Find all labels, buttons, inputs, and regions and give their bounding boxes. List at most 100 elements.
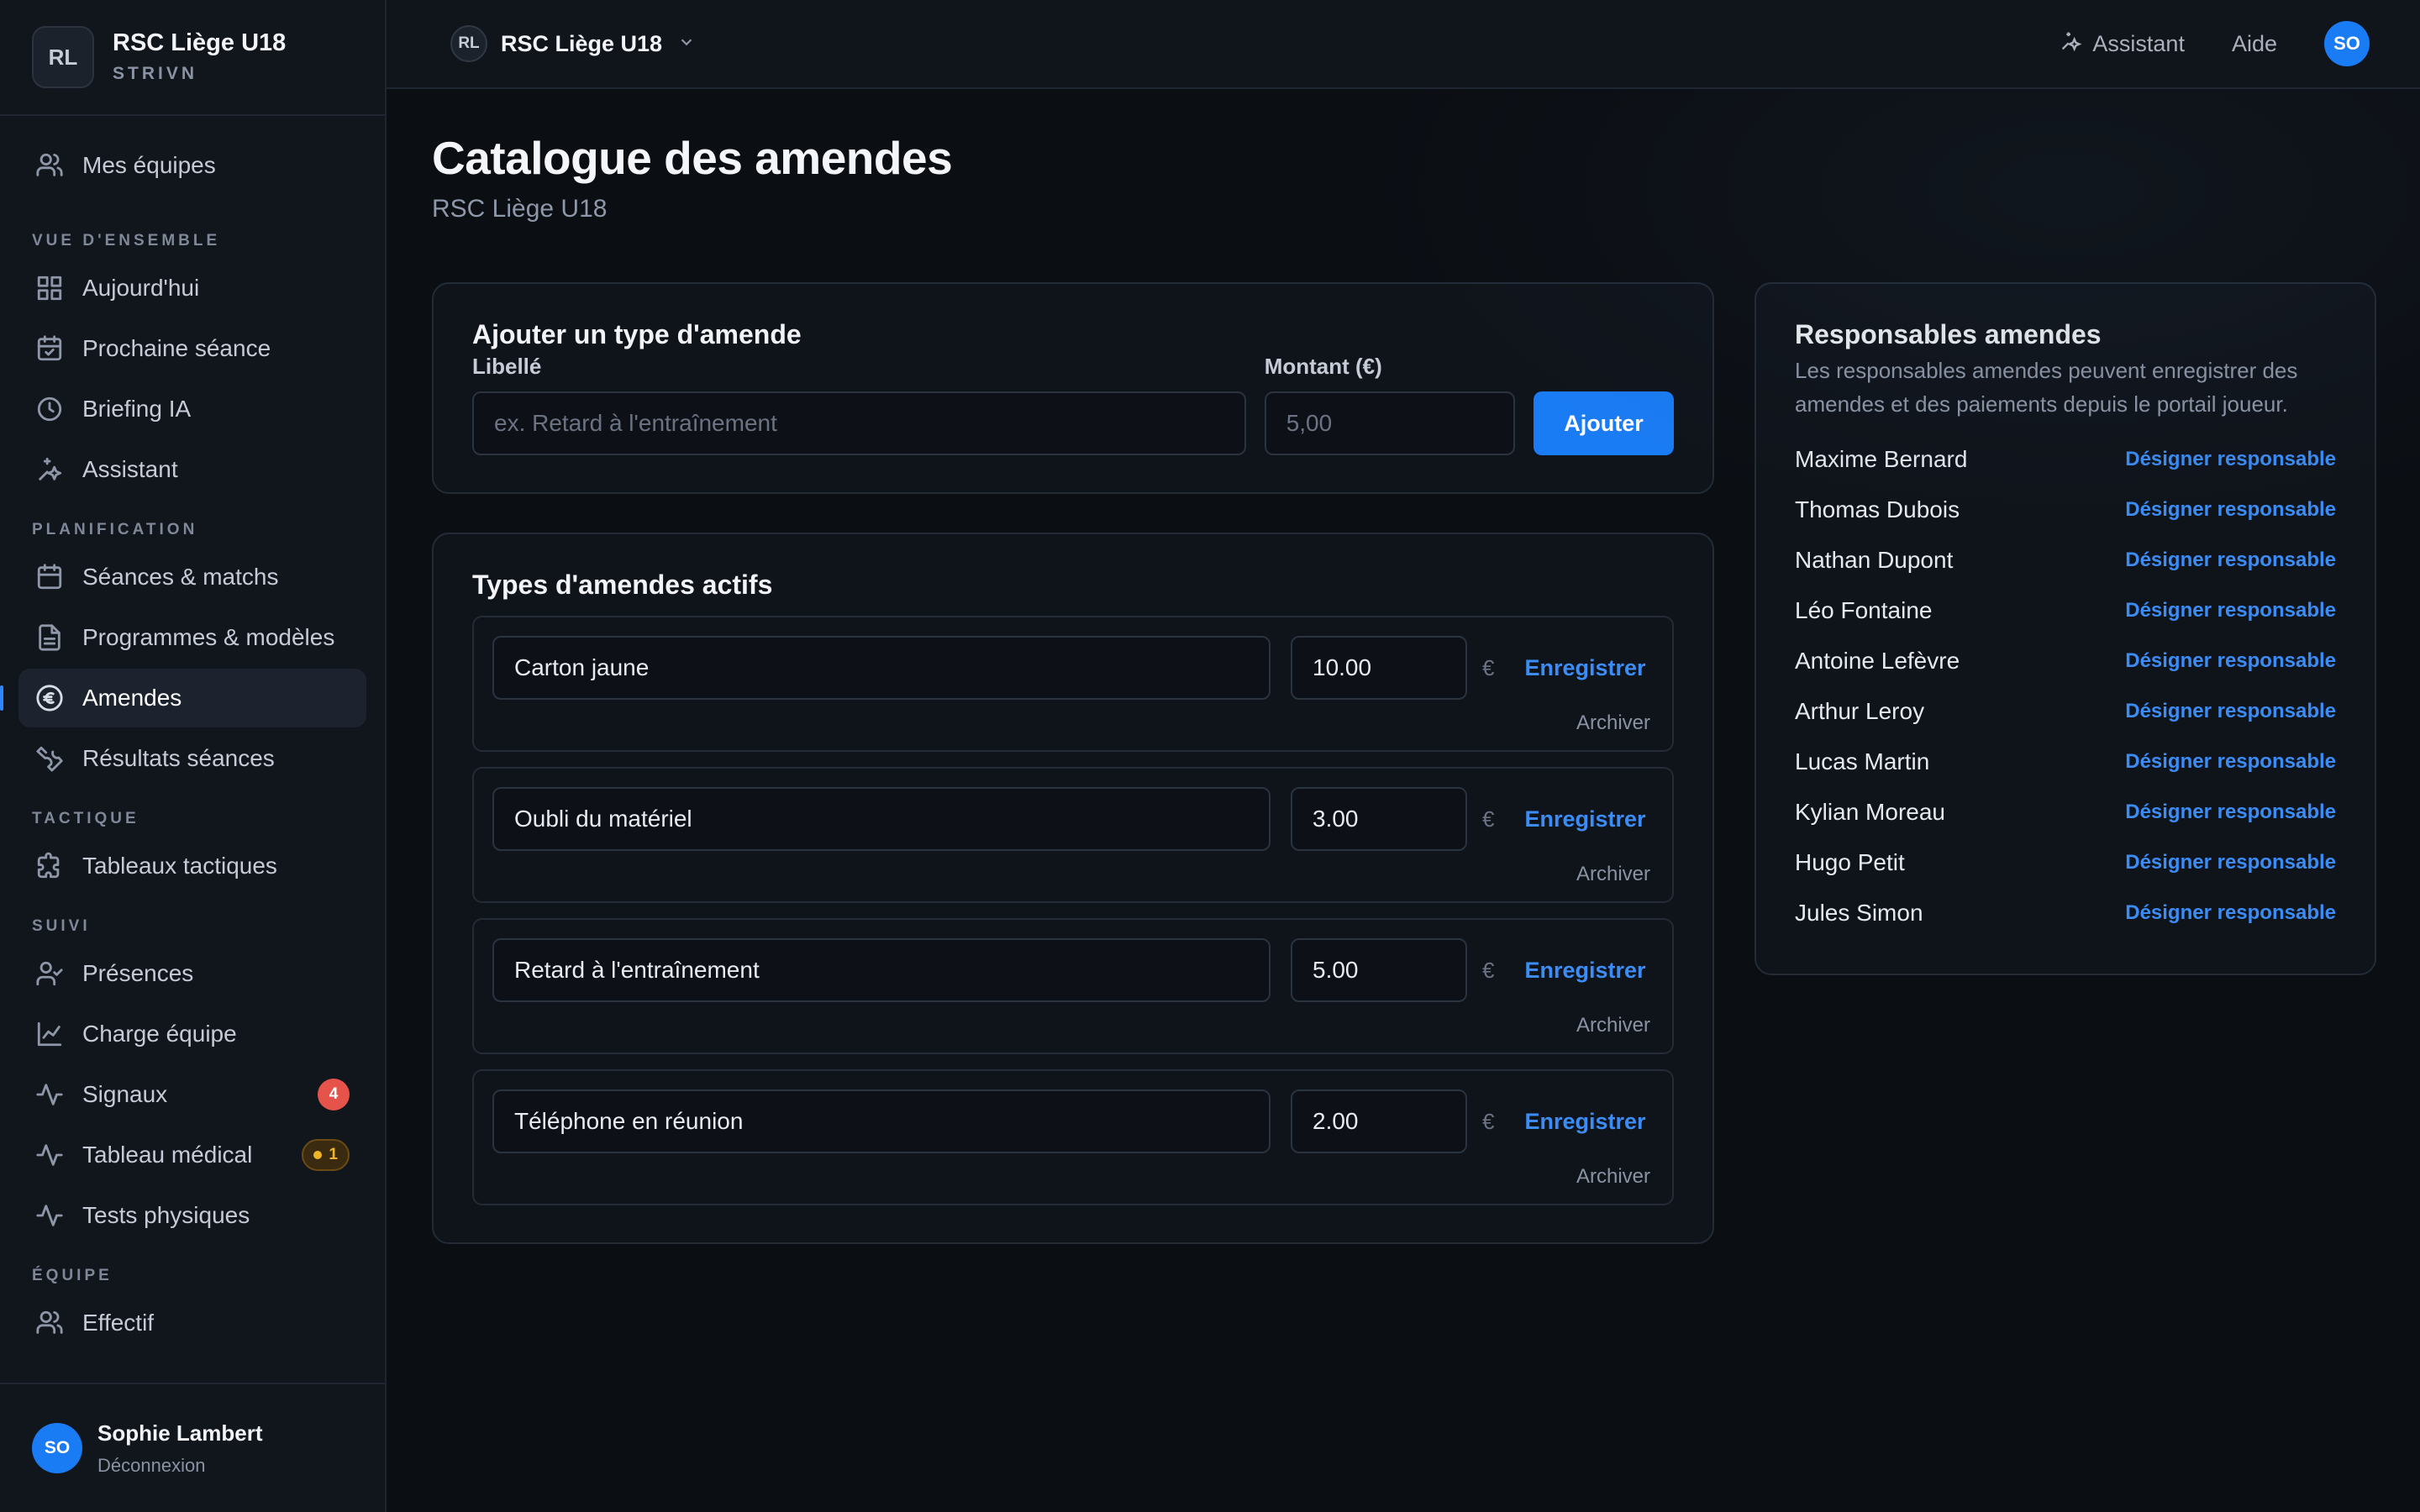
designate-responsable-button[interactable]: Désigner responsable (2125, 599, 2336, 622)
sidebar-item-r-sultats-s-ances[interactable]: Résultats séances (18, 729, 366, 788)
sidebar-item-assistant[interactable]: Assistant (18, 440, 366, 499)
sidebar-item-tests-physiques[interactable]: Tests physiques (18, 1186, 366, 1245)
fine-name-input[interactable]: Carton jaune (492, 636, 1270, 700)
fine-amount-input[interactable]: 2.00 (1291, 1089, 1467, 1153)
users-icon (35, 151, 64, 180)
player-row: Maxime Bernard Désigner responsable (1795, 434, 2336, 485)
sidebar-item-effectif[interactable]: Effectif (18, 1294, 366, 1352)
player-row: Antoine Lefèvre Désigner responsable (1795, 636, 2336, 686)
fine-amount-input[interactable]: 5.00 (1291, 938, 1467, 1002)
player-row: Léo Fontaine Désigner responsable (1795, 585, 2336, 636)
document-icon (35, 623, 64, 652)
responsables-title: Responsables amendes (1795, 319, 2102, 349)
archive-button[interactable]: Archiver (492, 863, 1650, 886)
designate-responsable-button[interactable]: Désigner responsable (2125, 700, 2336, 723)
avatar[interactable]: SO (32, 1423, 82, 1473)
avatar[interactable]: SO (2324, 21, 2370, 66)
fine-amount-input[interactable]: 3.00 (1291, 787, 1467, 851)
sidebar-item-briefing-ia[interactable]: Briefing IA (18, 380, 366, 438)
puzzle-icon (35, 852, 64, 880)
sidebar: RL RSC Liège U18 STRIVN Mes équipes VUE D… (0, 0, 387, 1512)
calendar-check-icon (35, 334, 64, 363)
player-name: Maxime Bernard (1795, 446, 1968, 472)
fine-name-input[interactable]: Oubli du matériel (492, 787, 1270, 851)
brand-header[interactable]: RL RSC Liège U18 STRIVN (0, 0, 385, 116)
sidebar-item-charge-quipe[interactable]: Charge équipe (18, 1005, 366, 1063)
clock-icon (35, 395, 64, 423)
chevron-down-icon[interactable] (677, 33, 696, 55)
sidebar-item-programmes-mod-les[interactable]: Programmes & modèles (18, 608, 366, 667)
fines-list: Carton jaune 10.00 € Enregistrer Archiver Oub… (472, 616, 1674, 1205)
sidebar-item-label: Séances & matchs (82, 564, 279, 590)
page-subtitle: RSC Liège U18 (432, 195, 608, 223)
active-fines-title: Types d'amendes actifs (472, 570, 773, 600)
fine-label-input[interactable]: ex. Retard à l'entraînement (472, 391, 1246, 455)
sidebar-item-amendes[interactable]: Amendes (0, 669, 366, 727)
archive-button[interactable]: Archiver (492, 711, 1650, 735)
sidebar-item-pr-sences[interactable]: Présences (18, 944, 366, 1003)
sidebar-item-tableau-m-dical[interactable]: Tableau médical 1 (18, 1126, 366, 1184)
sidebar-item-mes-quipes[interactable]: Mes équipes (18, 136, 366, 195)
sidebar-item-label: Signaux (82, 1081, 168, 1107)
user-name: Sophie Lambert (97, 1420, 263, 1446)
designate-responsable-button[interactable]: Désigner responsable (2125, 901, 2336, 925)
calendar-icon (35, 563, 64, 591)
designate-responsable-button[interactable]: Désigner responsable (2125, 801, 2336, 824)
user-footer: SO Sophie Lambert Déconnexion (0, 1383, 385, 1512)
designate-responsable-button[interactable]: Désigner responsable (2125, 851, 2336, 874)
player-row: Arthur Leroy Désigner responsable (1795, 686, 2336, 737)
archive-button[interactable]: Archiver (492, 1014, 1650, 1037)
add-fine-button[interactable]: Ajouter (1533, 391, 1674, 455)
save-button[interactable]: Enregistrer (1524, 806, 1645, 832)
currency-symbol: € (1482, 654, 1495, 680)
archive-button[interactable]: Archiver (492, 1165, 1650, 1189)
sidebar-item-label: Prochaine séance (82, 335, 271, 361)
sidebar-item-label: Briefing IA (82, 396, 192, 422)
help-link[interactable]: Aide (2232, 31, 2277, 57)
assistant-button[interactable]: Assistant (2059, 29, 2185, 59)
player-name: Antoine Lefèvre (1795, 648, 1960, 674)
designate-responsable-button[interactable]: Désigner responsable (2125, 549, 2336, 572)
designate-responsable-button[interactable]: Désigner responsable (2125, 649, 2336, 673)
sidebar-nav: Mes équipes VUE D'ENSEMBLE Aujourd'hui Proc… (0, 116, 385, 1383)
fine-amount-input[interactable]: 5,00 (1264, 391, 1515, 455)
logout-link[interactable]: Déconnexion (97, 1455, 262, 1477)
designate-responsable-button[interactable]: Désigner responsable (2125, 448, 2336, 471)
player-name: Nathan Dupont (1795, 547, 1954, 573)
sidebar-section-label: TACTIQUE (32, 810, 139, 827)
euro-icon (35, 684, 64, 712)
users-icon (35, 1309, 64, 1337)
wrench-icon (35, 744, 64, 773)
sidebar-item-prochaine-s-ance[interactable]: Prochaine séance (18, 319, 366, 378)
active-fines-card: Types d'amendes actifs Carton jaune 10.00… (432, 533, 1714, 1244)
sidebar-item-signaux[interactable]: Signaux 4 (18, 1065, 366, 1124)
sidebar-item-tableaux-tactiques[interactable]: Tableaux tactiques (18, 837, 366, 895)
label-field-label: Libellé (472, 354, 542, 379)
status-dot (313, 1151, 323, 1159)
team-switcher[interactable]: RSC Liège U18 (501, 31, 662, 57)
save-button[interactable]: Enregistrer (1524, 958, 1645, 984)
designate-responsable-button[interactable]: Désigner responsable (2125, 750, 2336, 774)
team-switcher-avatar[interactable]: RL (450, 25, 487, 62)
activity-icon (35, 1201, 64, 1230)
designate-responsable-button[interactable]: Désigner responsable (2125, 498, 2336, 522)
fine-amount-input[interactable]: 10.00 (1291, 636, 1467, 700)
save-button[interactable]: Enregistrer (1524, 655, 1645, 681)
page-content: Catalogue des amendes RSC Liège U18 Ajou… (387, 89, 2420, 1244)
sidebar-item-label: Présences (82, 960, 194, 986)
add-fine-title: Ajouter un type d'amende (472, 319, 802, 349)
sidebar-item-label: Résultats séances (82, 745, 275, 771)
fine-type-row: Oubli du matériel 3.00 € Enregistrer Archive… (472, 767, 1674, 903)
sidebar-item-label: Tableau médical (82, 1142, 253, 1168)
save-button[interactable]: Enregistrer (1524, 1109, 1645, 1135)
responsables-list: Maxime Bernard Désigner responsable Thomas… (1795, 434, 2336, 938)
player-name: Arthur Leroy (1795, 698, 1925, 724)
sidebar-item-aujourd-hui[interactable]: Aujourd'hui (18, 259, 366, 318)
fine-name-input[interactable]: Retard à l'entraînement (492, 938, 1270, 1002)
sidebar-item-s-ances-matchs[interactable]: Séances & matchs (18, 548, 366, 606)
sidebar-item-label: Effectif (82, 1310, 155, 1336)
fine-name-input[interactable]: Téléphone en réunion (492, 1089, 1270, 1153)
add-fine-card: Ajouter un type d'amende Libellé ex. Ret… (432, 282, 1714, 494)
player-row: Hugo Petit Désigner responsable (1795, 837, 2336, 888)
player-name: Léo Fontaine (1795, 597, 1933, 623)
